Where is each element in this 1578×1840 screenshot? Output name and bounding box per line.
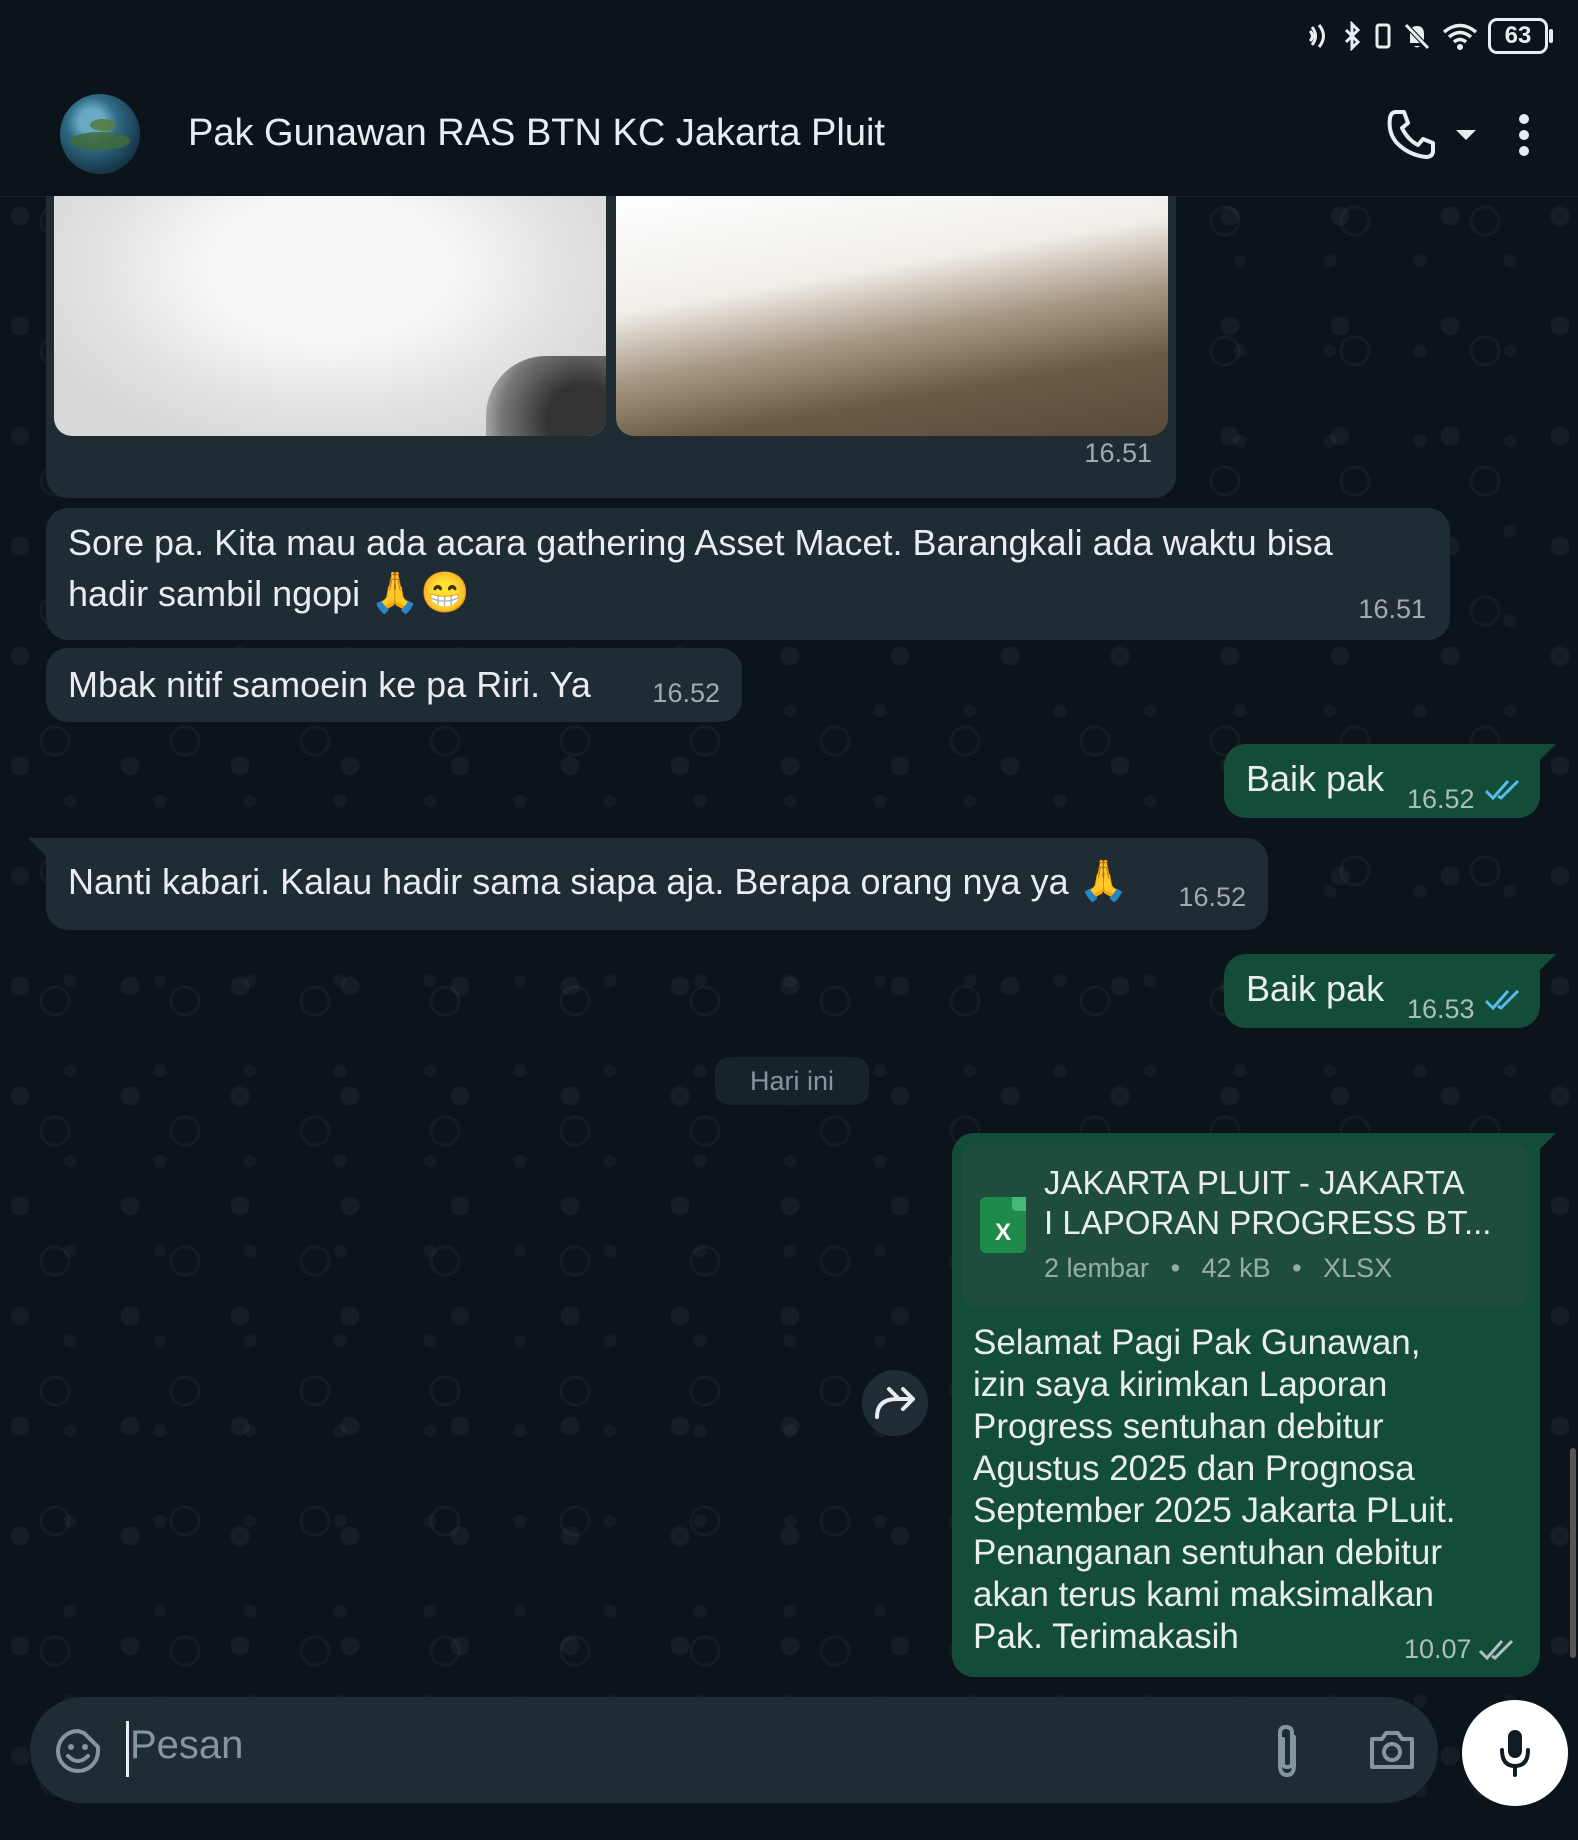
message-composer[interactable]: Pesan [30, 1697, 1438, 1803]
status-bar: 63 [0, 0, 1578, 72]
message-time: 16.51 [1084, 438, 1152, 468]
contact-name[interactable]: Pak Gunawan RAS BTN KC Jakarta Pluit [188, 112, 885, 155]
read-ticks-icon [1484, 989, 1520, 1011]
bluetooth-icon [1344, 21, 1361, 51]
bubble-tail [1538, 744, 1556, 762]
document-caption: Selamat Pagi Pak Gunawan, izin saya kiri… [973, 1323, 1456, 1656]
scrollbar[interactable] [1570, 1448, 1576, 1658]
message-text: Baik pak [1246, 758, 1385, 799]
message-text-line2: hadir sambil ngopi [68, 573, 361, 614]
call-options-button[interactable] [1454, 128, 1478, 147]
emoji: 🙏😁 [370, 571, 470, 615]
emoji: 🙏 [1078, 859, 1129, 903]
bubble-tail [1538, 954, 1556, 972]
dropdown-icon [1456, 130, 1476, 140]
contact-avatar[interactable] [60, 94, 140, 174]
chat-header: Pak Gunawan RAS BTN KC Jakarta Pluit [0, 72, 1578, 197]
camera-icon[interactable] [1368, 1729, 1416, 1771]
wifi-icon [1442, 23, 1478, 50]
document-size: 42 kB [1201, 1253, 1271, 1283]
voice-message-button[interactable] [1462, 1700, 1568, 1806]
message-time: 16.53 [1407, 994, 1475, 1024]
day-divider: Hari ini [715, 1057, 869, 1105]
call-button[interactable] [1386, 108, 1436, 165]
mic-icon [1500, 1730, 1530, 1777]
incoming-message[interactable]: Mbak nitif samoein ke pa Riri. Ya 16.52 [46, 648, 742, 722]
document-type: XLSX [1323, 1253, 1393, 1283]
read-ticks-icon [1484, 779, 1520, 801]
attach-icon[interactable] [1270, 1723, 1304, 1779]
message-input[interactable]: Pesan [130, 1723, 243, 1768]
forward-icon [875, 1387, 915, 1419]
phone-icon [1387, 110, 1435, 159]
photo-thumbnail-1[interactable] [54, 196, 606, 436]
text-cursor [126, 1721, 129, 1777]
xlsx-file-icon: X [980, 1197, 1026, 1253]
message-text: Mbak nitif samoein ke pa Riri. Ya [68, 664, 591, 705]
document-pages: 2 lembar [1044, 1253, 1150, 1283]
bubble-tail [28, 838, 46, 856]
outgoing-message[interactable]: Baik pak 16.53 [1224, 954, 1540, 1028]
outgoing-message[interactable]: Baik pak 16.52 [1224, 744, 1540, 818]
mute-bell-icon [1404, 23, 1430, 50]
photo-message[interactable]: 16.51 [46, 196, 1176, 498]
message-time: 16.52 [1407, 784, 1475, 814]
more-options-button[interactable] [1516, 114, 1532, 161]
more-vert-icon [1519, 114, 1529, 156]
message-time: 16.52 [652, 678, 720, 708]
emoji-icon[interactable] [54, 1727, 102, 1775]
document-filename: JAKARTA PLUIT - JAKARTA I LAPORAN PROGRE… [1044, 1164, 1492, 1241]
vibrate-icon [1375, 23, 1391, 49]
document-attachment[interactable]: X JAKARTA PLUIT - JAKARTA I LAPORAN PROG… [962, 1143, 1528, 1307]
photo-thumbnail-2[interactable] [616, 196, 1168, 436]
message-text: Nanti kabari. Kalau hadir sama siapa aja… [68, 861, 1069, 902]
bubble-tail [1538, 1133, 1556, 1151]
message-text: Baik pak [1246, 968, 1385, 1009]
incoming-message[interactable]: Nanti kabari. Kalau hadir sama siapa aja… [46, 838, 1268, 930]
incoming-message[interactable]: Sore pa. Kita mau ada acara gathering As… [46, 508, 1450, 640]
delivered-ticks-icon [1478, 1639, 1514, 1661]
document-meta: 2 lembar • 42 kB • XLSX [1044, 1253, 1393, 1283]
battery-indicator: 63 [1488, 18, 1553, 54]
message-time: 16.52 [1178, 882, 1246, 912]
nfc-icon [1308, 24, 1325, 48]
message-time: 16.51 [1358, 594, 1426, 624]
message-time: 10.07 [1404, 1634, 1472, 1664]
forward-button[interactable] [862, 1370, 928, 1436]
message-text-line1: Sore pa. Kita mau ada acara gathering As… [68, 522, 1333, 563]
